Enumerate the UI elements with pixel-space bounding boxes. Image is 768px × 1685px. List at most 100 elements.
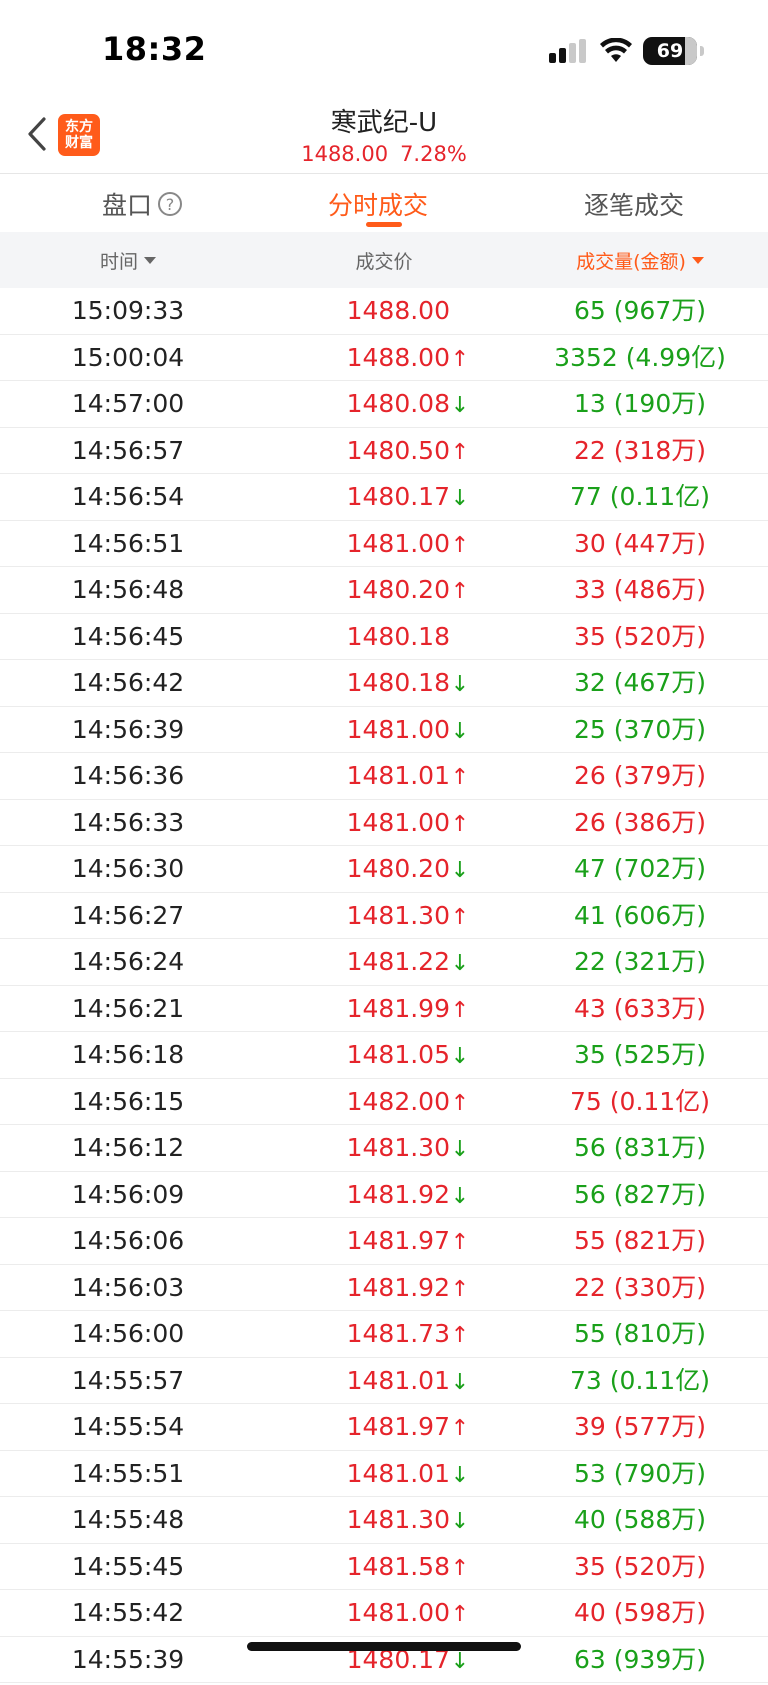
- nav-header: 东方 财富 寒武纪-U 1488.00 7.28%: [0, 96, 768, 174]
- arrow-up-icon: ↑: [450, 439, 470, 465]
- trade-price-cell: 1482.00↑: [310, 1079, 470, 1125]
- trade-price: 1480.50: [346, 435, 450, 465]
- stock-price: 1488.00: [301, 142, 389, 166]
- trade-volume: 35 (520万): [574, 1551, 706, 1581]
- trade-time: 14:56:54: [71, 482, 185, 511]
- column-volume-sort[interactable]: 成交量(金额): [512, 232, 768, 288]
- trade-price-cell: 1480.18: [310, 614, 470, 660]
- trade-price: 1480.08: [346, 389, 450, 418]
- trade-time: 14:56:12: [71, 1133, 185, 1162]
- tab-pankou[interactable]: 盘口 ?: [102, 186, 183, 222]
- trade-price: 1481.92: [346, 1272, 450, 1302]
- trade-volume: 22 (321万): [574, 947, 706, 976]
- trade-time: 14:55:57: [71, 1365, 185, 1395]
- arrow-down-icon: ↓: [450, 858, 470, 883]
- table-row: 14:57:00 1480.08↓ 13 (190万): [0, 381, 768, 428]
- table-row: 14:56:06 1481.97↑ 55 (821万): [0, 1218, 768, 1265]
- table-row: 14:56:15 1482.00↑ 75 (0.11亿): [0, 1079, 768, 1125]
- trade-price: 1480.17: [346, 482, 450, 511]
- table-row: 14:56:24 1481.22↓ 22 (321万): [0, 939, 768, 986]
- trade-price: 1481.97: [346, 1412, 450, 1441]
- arrow-up-icon: ↑: [450, 532, 470, 558]
- trade-price-cell: 1480.20↑: [310, 567, 470, 613]
- cellular-signal-icon: [549, 39, 589, 63]
- table-row: 14:56:54 1480.17↓ 77 (0.11亿): [0, 474, 768, 521]
- trade-time: 14:55:48: [71, 1505, 185, 1534]
- arrow-up-icon: ↑: [450, 1090, 470, 1116]
- stock-title: 寒武纪-U: [330, 108, 438, 138]
- table-row: 14:56:42 1480.18↓ 32 (467万): [0, 660, 768, 707]
- trade-volume: 22 (318万): [574, 435, 706, 465]
- table-row: 14:56:18 1481.05↓ 35 (525万): [0, 1032, 768, 1079]
- trade-price: 1481.05: [346, 1040, 450, 1069]
- trade-price: 1481.00: [346, 807, 450, 837]
- trade-price: 1488.00: [346, 296, 450, 325]
- trade-price: 1481.92: [346, 1179, 450, 1209]
- trade-time: 14:56:27: [71, 900, 185, 930]
- table-row: 14:56:03 1481.92↑ 22 (330万): [0, 1265, 768, 1311]
- trade-price: 1480.20: [346, 575, 450, 604]
- trade-volume: 55 (810万): [574, 1319, 706, 1348]
- trade-time: 14:56:03: [71, 1272, 185, 1302]
- trade-price-cell: 1481.30↓: [310, 1497, 470, 1543]
- arrow-down-icon: ↓: [450, 1462, 470, 1488]
- caret-down-icon: [144, 256, 156, 264]
- trade-volume: 56 (827万): [574, 1179, 706, 1209]
- arrow-up-icon: ↑: [450, 1555, 470, 1581]
- table-row: 14:55:54 1481.97↑ 39 (577万): [0, 1404, 768, 1451]
- arrow-down-icon: ↓: [450, 393, 470, 418]
- trade-time: 14:56:00: [71, 1319, 185, 1348]
- trade-time: 14:56:39: [71, 714, 185, 744]
- help-icon[interactable]: ?: [158, 192, 183, 216]
- trade-price-cell: 1488.00: [310, 288, 470, 334]
- arrow-down-icon: ↓: [450, 718, 470, 744]
- trade-price: 1481.01: [346, 761, 450, 790]
- caret-down-icon: [691, 256, 704, 264]
- table-row: 14:55:45 1481.58↑ 35 (520万): [0, 1544, 768, 1590]
- trade-price-cell: 1480.17↓: [310, 474, 470, 520]
- trade-price-cell: 1481.00↓: [310, 707, 470, 753]
- arrow-up-icon: ↑: [450, 765, 470, 790]
- trade-time: 14:56:06: [71, 1226, 185, 1255]
- tab-zhubi-label: 逐笔成交: [584, 191, 685, 220]
- trade-time: 14:55:45: [71, 1551, 185, 1581]
- trade-price-cell: 1481.00↑: [310, 521, 470, 567]
- status-icons: 69: [549, 34, 704, 68]
- trade-price: 1481.30: [346, 1133, 450, 1162]
- trade-volume: 33 (486万): [574, 575, 706, 604]
- arrow-down-icon: ↓: [450, 1044, 470, 1069]
- trade-price-cell: 1481.01↑: [310, 753, 470, 799]
- trade-price: 1481.00: [346, 528, 450, 558]
- trade-price-cell: 1481.01↓: [310, 1451, 470, 1497]
- trade-price: 1481.22: [346, 947, 450, 976]
- trade-price-cell: 1481.97↑: [310, 1404, 470, 1450]
- arrow-down-icon: ↓: [450, 1369, 470, 1395]
- trade-price: 1482.00: [346, 1086, 450, 1116]
- tab-fenshi-label: 分时成交: [328, 191, 429, 220]
- trade-time: 14:55:42: [71, 1598, 185, 1627]
- trade-volume: 39 (577万): [574, 1412, 706, 1441]
- trade-price: 1481.99: [346, 993, 450, 1023]
- trade-price: 1481.58: [346, 1551, 450, 1581]
- tab-fenshi-trades[interactable]: 分时成交: [328, 186, 428, 222]
- table-row: 14:55:42 1481.00↑ 40 (598万): [0, 1590, 768, 1637]
- trade-price-cell: 1480.20↓: [310, 846, 470, 892]
- trade-volume: 40 (598万): [574, 1598, 706, 1627]
- trade-time: 15:09:33: [71, 296, 185, 325]
- trade-volume: 22 (330万): [574, 1272, 706, 1302]
- trade-time: 14:56:09: [71, 1179, 185, 1209]
- arrow-up-icon: ↑: [450, 579, 470, 604]
- trade-price: 1481.97: [346, 1226, 450, 1255]
- tab-tick-trades[interactable]: 逐笔成交: [584, 186, 684, 222]
- arrow-down-icon: ↓: [450, 486, 470, 511]
- battery-percent: 69: [656, 40, 684, 62]
- arrow-up-icon: ↑: [450, 1416, 470, 1441]
- trade-volume: 26 (379万): [574, 761, 706, 790]
- column-time-label: 时间: [99, 250, 138, 273]
- column-time-sort[interactable]: 时间: [20, 232, 236, 288]
- arrow-down-icon: ↓: [450, 1509, 470, 1534]
- trade-price-cell: 1481.73↑: [310, 1311, 470, 1357]
- trade-time: 14:55:51: [71, 1458, 185, 1488]
- trade-volume: 47 (702万): [574, 854, 706, 883]
- trade-price-cell: 1481.99↑: [310, 986, 470, 1032]
